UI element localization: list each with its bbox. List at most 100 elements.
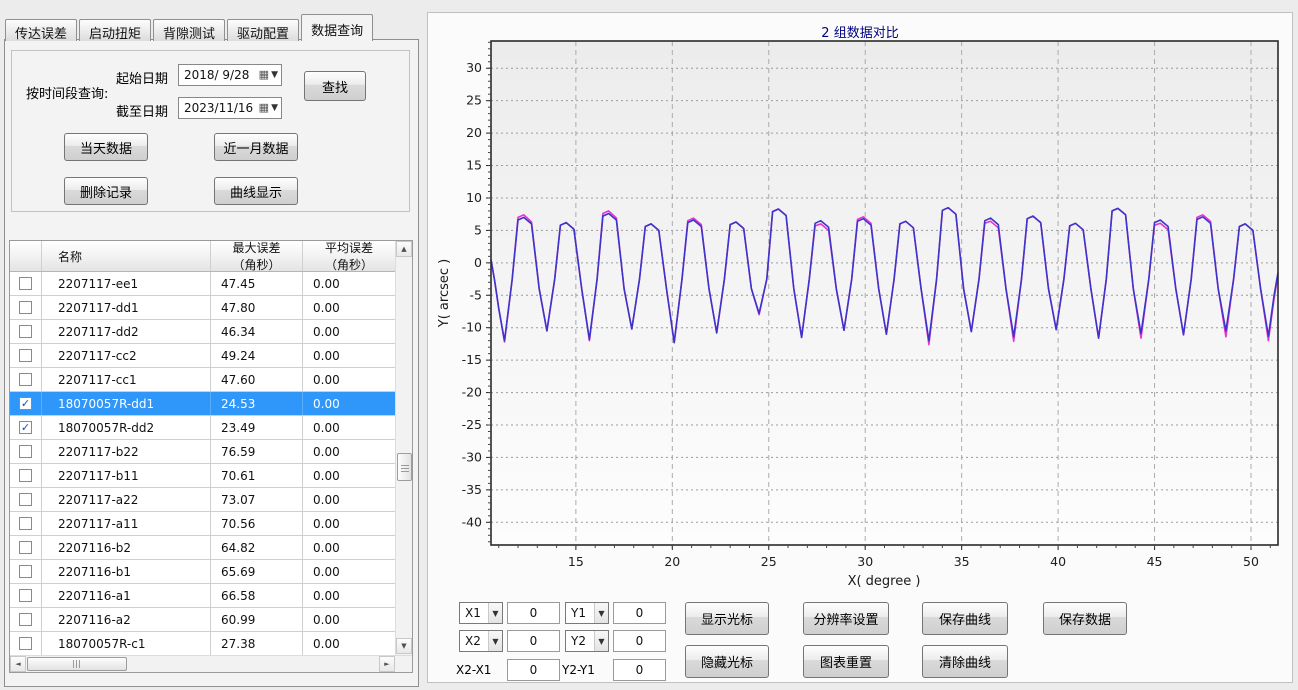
chevron-down-icon[interactable]: ▼	[488, 603, 502, 623]
table-row[interactable]: 2207117-cc249.240.00	[10, 344, 395, 368]
calendar-icon[interactable]: ▦	[259, 70, 269, 80]
left-panel: 传达误差 启动扭矩 背隙测试 驱动配置 数据查询 按时间段查询: 起始日期 20…	[2, 10, 422, 688]
chart-reset-button[interactable]: 图表重置	[803, 645, 889, 678]
row-checkbox[interactable]	[19, 445, 32, 458]
table-row[interactable]: 2207117-b2276.590.00	[10, 440, 395, 464]
end-date-label: 截至日期	[116, 101, 168, 120]
scroll-down-button[interactable]: ▼	[396, 638, 412, 654]
tab-data-query[interactable]: 数据查询	[301, 14, 373, 41]
y1-value-field[interactable]: 0	[613, 602, 666, 624]
vertical-scroll-thumb[interactable]	[397, 453, 412, 481]
tick-label: 40	[1050, 554, 1066, 569]
row-checkbox[interactable]	[19, 565, 32, 578]
row-checkbox-cell	[10, 608, 42, 631]
save-data-button[interactable]: 保存数据	[1043, 602, 1127, 635]
row-checkbox[interactable]	[19, 637, 32, 650]
tick-label: 30	[466, 60, 482, 75]
x2-value-field[interactable]: 0	[507, 630, 560, 652]
save-curve-button[interactable]: 保存曲线	[922, 602, 1008, 635]
table-row[interactable]: 2207117-cc147.600.00	[10, 368, 395, 392]
chevron-down-icon[interactable]: ▼	[594, 631, 608, 651]
table-row[interactable]: 18070057R-c127.380.00	[10, 632, 395, 655]
row-max-error: 66.58	[211, 584, 303, 607]
horizontal-scroll-thumb[interactable]	[27, 657, 127, 671]
tab-backlash-test[interactable]: 背隙测试	[153, 19, 225, 41]
curve-display-button[interactable]: 曲线显示	[214, 177, 298, 205]
vertical-scrollbar[interactable]: ▲ ▼	[395, 241, 412, 655]
table-rows: 2207117-ee147.450.002207117-dd147.800.00…	[10, 272, 395, 655]
chart-panel: 2 组数据对比 1520253035404550302520151050-5-1…	[427, 12, 1293, 683]
table-row[interactable]: 2207116-a166.580.00	[10, 584, 395, 608]
table-row[interactable]: 2207117-dd147.800.00	[10, 296, 395, 320]
table-row[interactable]: 2207116-b264.820.00	[10, 536, 395, 560]
x2-combo-label: X2	[465, 634, 481, 648]
table-row[interactable]: 2207117-dd246.340.00	[10, 320, 395, 344]
row-checkbox[interactable]	[19, 493, 32, 506]
table-row[interactable]: 2207117-b1170.610.00	[10, 464, 395, 488]
row-name: 2207116-a2	[42, 608, 211, 631]
y-axis-label: Y( arcsec )	[437, 259, 452, 328]
x1-combo[interactable]: X1 ▼	[459, 602, 503, 624]
table-viewport: 名称 最大误差 （角秒） 平均误差 （角秒） 2207117-ee147.450…	[10, 241, 395, 655]
table-row[interactable]: 2207117-a2273.070.00	[10, 488, 395, 512]
chevron-down-icon[interactable]: ▼	[271, 103, 278, 113]
table-header: 名称 最大误差 （角秒） 平均误差 （角秒）	[10, 241, 395, 272]
start-date-picker[interactable]: 2018/ 9/28 ▦ ▼	[178, 64, 282, 86]
scroll-left-button[interactable]: ◄	[10, 656, 26, 672]
dx-value-field[interactable]: 0	[507, 659, 560, 681]
tab-drive-config[interactable]: 驱动配置	[227, 19, 299, 41]
search-button[interactable]: 查找	[304, 71, 366, 101]
hide-cursor-button[interactable]: 隐藏光标	[685, 645, 769, 678]
today-data-button[interactable]: 当天数据	[64, 133, 148, 161]
chevron-down-icon[interactable]: ▼	[488, 631, 502, 651]
row-checkbox[interactable]	[19, 517, 32, 530]
dy-value-field[interactable]: 0	[613, 659, 666, 681]
row-checkbox[interactable]	[19, 541, 32, 554]
table-row[interactable]: ✓18070057R-dd223.490.00	[10, 416, 395, 440]
row-max-error: 27.38	[211, 632, 303, 655]
row-checkbox[interactable]	[19, 373, 32, 386]
delete-record-button[interactable]: 删除记录	[64, 177, 148, 205]
row-checkbox[interactable]	[19, 301, 32, 314]
tick-label: 10	[466, 190, 482, 205]
x1-value-field[interactable]: 0	[507, 602, 560, 624]
tab-transmission-error[interactable]: 传达误差	[5, 19, 77, 41]
tick-label: -5	[470, 287, 482, 302]
y2-value-field[interactable]: 0	[613, 630, 666, 652]
results-table: 名称 最大误差 （角秒） 平均误差 （角秒） 2207117-ee147.450…	[9, 240, 413, 673]
end-date-picker[interactable]: 2023/11/16 ▦ ▼	[178, 97, 282, 119]
row-checkbox[interactable]	[19, 613, 32, 626]
row-checkbox[interactable]: ✓	[19, 397, 32, 410]
row-checkbox[interactable]	[19, 349, 32, 362]
row-checkbox-cell	[10, 560, 42, 583]
resolution-settings-button[interactable]: 分辨率设置	[803, 602, 889, 635]
chevron-down-icon[interactable]: ▼	[594, 603, 608, 623]
row-checkbox[interactable]	[19, 325, 32, 338]
table-row[interactable]: 2207116-b165.690.00	[10, 560, 395, 584]
row-checkbox[interactable]	[19, 589, 32, 602]
last-month-data-button[interactable]: 近一月数据	[214, 133, 298, 161]
row-checkbox[interactable]: ✓	[19, 421, 32, 434]
scroll-right-button[interactable]: ►	[379, 656, 395, 672]
row-max-error: 65.69	[211, 560, 303, 583]
table-row[interactable]: ✓18070057R-dd124.530.00	[10, 392, 395, 416]
show-cursor-button[interactable]: 显示光标	[685, 602, 769, 635]
calendar-icon[interactable]: ▦	[259, 103, 269, 113]
clear-curve-button[interactable]: 清除曲线	[922, 645, 1008, 678]
tick-label: 50	[1243, 554, 1259, 569]
row-checkbox-cell	[10, 320, 42, 343]
horizontal-scrollbar[interactable]: ◄ ►	[10, 655, 412, 672]
table-row[interactable]: 2207117-a1170.560.00	[10, 512, 395, 536]
y1-combo[interactable]: Y1 ▼	[565, 602, 609, 624]
row-checkbox[interactable]	[19, 469, 32, 482]
chevron-down-icon[interactable]: ▼	[271, 70, 278, 80]
scroll-up-button[interactable]: ▲	[396, 241, 412, 257]
row-checkbox[interactable]	[19, 277, 32, 290]
data-query-page: 按时间段查询: 起始日期 2018/ 9/28 ▦ ▼ 截至日期 2023/11…	[4, 39, 419, 687]
table-row[interactable]: 2207117-ee147.450.00	[10, 272, 395, 296]
table-row[interactable]: 2207116-a260.990.00	[10, 608, 395, 632]
x2-combo[interactable]: X2 ▼	[459, 630, 503, 652]
y2-combo[interactable]: Y2 ▼	[565, 630, 609, 652]
tab-start-torque[interactable]: 启动扭矩	[79, 19, 151, 41]
end-date-value: 2023/11/16	[184, 101, 253, 115]
